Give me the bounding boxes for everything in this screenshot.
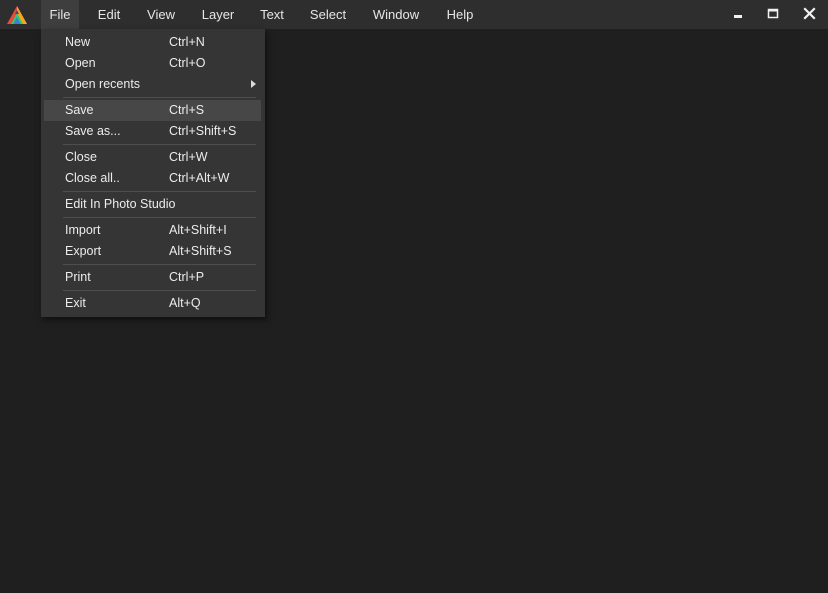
menu-item-label: Print [65,270,91,284]
menu-item-label: Import [65,223,101,237]
menu-separator [63,217,256,218]
submenu-arrow-icon [251,80,256,88]
menu-item-new[interactable]: New Ctrl+N [44,32,261,53]
menu-item-label: Edit In Photo Studio [65,197,176,211]
menu-item-exit[interactable]: Exit Alt+Q [44,293,261,314]
menu-separator [63,144,256,145]
menu-item-label: Export [65,244,102,258]
menu-item-shortcut: Ctrl+S [169,103,205,117]
close-icon[interactable] [798,3,820,25]
menu-item-shortcut: Alt+Q [169,296,201,310]
menu-item-label: Save as... [65,124,121,138]
menu-edit[interactable]: Edit [88,0,130,29]
menu-help[interactable]: Help [440,0,480,29]
maximize-icon[interactable] [762,3,784,25]
menu-item-shortcut: Ctrl+O [169,56,206,70]
menu-item-shortcut: Ctrl+N [169,35,205,49]
menu-bar: File Edit View Layer Text Select Window … [0,0,828,29]
menu-item-edit-in-photo-studio[interactable]: Edit In Photo Studio [44,194,261,215]
menu-separator [63,97,256,98]
menu-item-label: Exit [65,296,86,310]
menu-item-close[interactable]: Close Ctrl+W [44,147,261,168]
app-logo-icon[interactable] [6,5,28,25]
menu-item-shortcut: Alt+Shift+S [169,244,232,258]
menu-item-import[interactable]: Import Alt+Shift+I [44,220,261,241]
menu-item-save[interactable]: Save Ctrl+S [44,100,261,121]
menu-layer[interactable]: Layer [194,0,242,29]
menu-separator [63,290,256,291]
minimize-icon[interactable] [727,3,749,25]
menu-item-label: Open recents [65,77,141,91]
menu-separator [63,191,256,192]
menu-item-open-recents[interactable]: Open recents [44,74,261,95]
file-menu-dropdown: New Ctrl+N Open Ctrl+O Open recents Save… [41,29,265,317]
menu-item-label: Close all.. [65,171,120,185]
menu-item-label: Close [65,150,97,164]
menu-item-label: Open [65,56,96,70]
menu-item-export[interactable]: Export Alt+Shift+S [44,241,261,262]
menu-item-label: Save [65,103,94,117]
menu-item-shortcut: Ctrl+Alt+W [169,171,230,185]
menu-item-close-all[interactable]: Close all.. Ctrl+Alt+W [44,168,261,189]
menu-item-shortcut: Ctrl+W [169,150,208,164]
menu-view[interactable]: View [139,0,183,29]
menu-item-shortcut: Ctrl+P [169,270,205,284]
menu-item-print[interactable]: Print Ctrl+P [44,267,261,288]
menu-item-shortcut: Alt+Shift+I [169,223,227,237]
menu-select[interactable]: Select [303,0,353,29]
menu-text[interactable]: Text [252,0,292,29]
menu-item-save-as[interactable]: Save as... Ctrl+Shift+S [44,121,261,142]
app-window: File Edit View Layer Text Select Window … [0,0,828,593]
menu-window[interactable]: Window [366,0,426,29]
menu-item-open[interactable]: Open Ctrl+O [44,53,261,74]
menu-item-shortcut: Ctrl+Shift+S [169,124,237,138]
menu-file[interactable]: File [41,0,79,29]
menu-separator [63,264,256,265]
menu-item-label: New [65,35,91,49]
